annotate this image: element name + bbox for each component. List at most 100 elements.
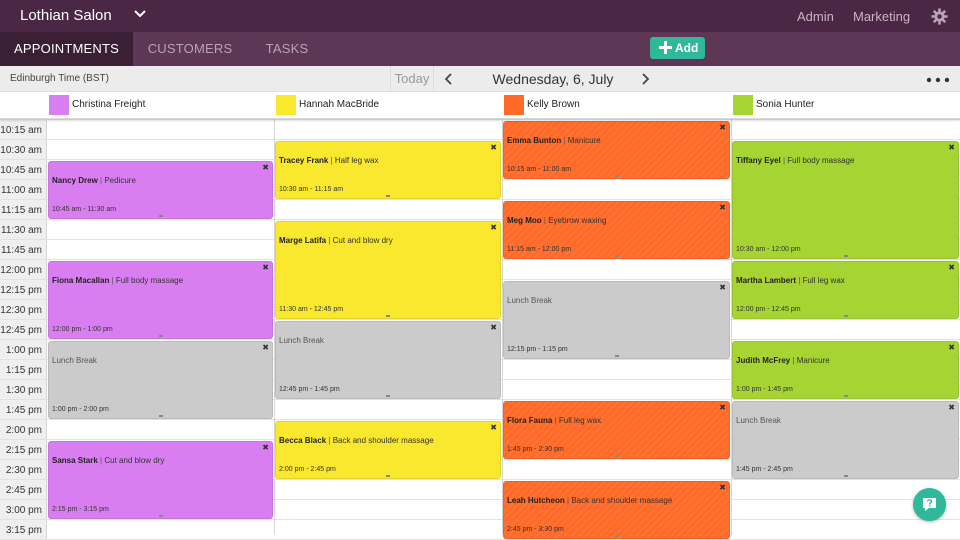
salon-name[interactable]: Lothian Salon	[20, 7, 112, 24]
timezone-label: Edinburgh Time (BST)	[10, 73, 109, 84]
marketing-link[interactable]: Marketing	[853, 9, 910, 24]
client-name: Meg Moo	[507, 216, 542, 225]
staff-name: Sonia Hunter	[756, 99, 815, 110]
time-label: 12:30 pm	[0, 305, 42, 316]
time-label: 1:15 pm	[5, 365, 42, 376]
resize-handle[interactable]	[843, 475, 848, 477]
close-icon[interactable]: ✖	[262, 263, 269, 272]
service-name: Cut and blow dry	[104, 456, 165, 465]
grid-line	[0, 119, 960, 120]
tab-appointments[interactable]: APPOINTMENTS	[0, 32, 133, 66]
time-label: 2:45 pm	[5, 485, 42, 496]
staff-color-swatch	[504, 95, 524, 115]
time-label: 11:00 am	[1, 185, 42, 196]
appointment-card[interactable]: Nancy Drew | Pedicure 10:45 am - 11:30 am…	[48, 161, 273, 219]
appointment-card[interactable]: Marge Latifa | Cut and blow dry 11:30 am …	[275, 221, 501, 319]
appointment-card[interactable]: Emma Bunton | Manicure 10:15 am - 11:00 a…	[503, 121, 730, 179]
appointment-card[interactable]: Meg Moo | Eyebrow waxing 11:15 am - 12:00…	[503, 201, 730, 259]
appointment-title: Flora Fauna | Full leg wax	[507, 416, 601, 425]
nav-bar: APPOINTMENTS CUSTOMERS TASKS Add	[0, 32, 960, 66]
resize-handle[interactable]	[386, 395, 390, 397]
lunch-break-block[interactable]: Lunch Break 1:45 pm - 2:45 pm ✖	[732, 401, 959, 479]
staff-header: Christina Freight Hannah MacBride Kelly Br…	[0, 92, 960, 119]
appointment-title: Lunch Break	[279, 336, 324, 345]
close-icon[interactable]: ✖	[490, 423, 497, 432]
close-icon[interactable]: ✖	[719, 403, 726, 412]
resize-handle[interactable]	[158, 515, 163, 517]
appointment-title: Judith McFrey | Manicure	[736, 356, 830, 365]
resize-handle[interactable]	[843, 315, 848, 317]
help-chat-button[interactable]	[913, 488, 946, 521]
close-icon[interactable]: ✖	[490, 223, 497, 232]
appointment-card[interactable]: Judith McFrey | Manicure 1:00 pm - 1:45 p…	[732, 341, 959, 399]
time-label: 2:30 pm	[5, 465, 42, 476]
appointment-card[interactable]: Tracey Frank | Half leg wax 10:30 am - 11…	[275, 141, 501, 199]
appointment-card[interactable]: Tiffany Eyel | Full body massage 10:30 am…	[732, 141, 959, 259]
today-button[interactable]: Today	[390, 66, 434, 92]
appointment-card[interactable]: Leah Hutcheon | Back and shoulder massag…	[503, 481, 730, 539]
resize-handle[interactable]	[843, 395, 848, 397]
resize-handle[interactable]	[158, 335, 163, 337]
staff-column-header[interactable]: Sonia Hunter	[731, 94, 960, 116]
resize-handle[interactable]	[386, 195, 390, 197]
close-icon[interactable]: ✖	[262, 163, 269, 172]
staff-column-header[interactable]: Christina Freight	[47, 94, 274, 116]
admin-link[interactable]: Admin	[797, 9, 834, 24]
add-button[interactable]: Add	[650, 37, 705, 59]
close-icon[interactable]: ✖	[719, 203, 726, 212]
appointment-card[interactable]: Sansa Stark | Cut and blow dry 2:15 pm - …	[48, 441, 273, 519]
appointment-time: 12:45 pm - 1:45 pm	[279, 386, 340, 393]
close-icon[interactable]: ✖	[719, 123, 726, 132]
close-icon[interactable]: ✖	[262, 343, 269, 352]
resize-handle[interactable]	[614, 175, 619, 177]
tab-customers[interactable]: CUSTOMERS	[140, 32, 240, 66]
appointment-time: 12:15 pm - 1:15 pm	[507, 346, 568, 353]
gear-icon[interactable]	[931, 8, 948, 25]
lunch-break-block[interactable]: Lunch Break 12:15 pm - 1:15 pm ✖	[503, 281, 730, 359]
chevron-right-icon[interactable]	[640, 73, 650, 85]
close-icon[interactable]: ✖	[948, 403, 955, 412]
resize-handle[interactable]	[843, 255, 848, 257]
resize-handle[interactable]	[158, 415, 163, 417]
time-label: 11:30 am	[1, 225, 42, 236]
more-options-icon[interactable]	[926, 77, 950, 83]
appointment-card[interactable]: Fiona Macallan | Full body massage 12:00 …	[48, 261, 273, 339]
appointment-title: Sansa Stark | Cut and blow dry	[52, 456, 164, 465]
resize-handle[interactable]	[614, 255, 619, 257]
service-name: Pedicure	[104, 176, 136, 185]
close-icon[interactable]: ✖	[948, 143, 955, 152]
client-name: Nancy Drew	[52, 176, 98, 185]
appointment-card[interactable]: Flora Fauna | Full leg wax 1:45 pm - 2:30…	[503, 401, 730, 459]
resize-handle[interactable]	[158, 215, 163, 217]
staff-column-header[interactable]: Hannah MacBride	[274, 94, 502, 116]
close-icon[interactable]: ✖	[490, 323, 497, 332]
appointment-time: 1:45 pm - 2:45 pm	[736, 466, 793, 473]
chevron-down-icon[interactable]	[133, 7, 147, 21]
resize-handle[interactable]	[614, 355, 619, 357]
lunch-break-block[interactable]: Lunch Break 1:00 pm - 2:00 pm ✖	[48, 341, 273, 419]
resize-handle[interactable]	[386, 475, 390, 477]
close-icon[interactable]: ✖	[948, 263, 955, 272]
resize-handle[interactable]	[614, 535, 619, 537]
close-icon[interactable]: ✖	[490, 143, 497, 152]
lunch-break-block[interactable]: Lunch Break 12:45 pm - 1:45 pm ✖	[275, 321, 501, 399]
appointment-time: 10:45 am - 11:30 am	[52, 206, 117, 213]
appointment-card[interactable]: Becca Black | Back and shoulder massage 2…	[275, 421, 501, 479]
service-name: Manicure	[796, 356, 830, 365]
time-label: 1:45 pm	[5, 405, 42, 416]
appointment-title: Nancy Drew | Pedicure	[52, 176, 136, 185]
staff-column-header[interactable]: Kelly Brown	[502, 94, 731, 116]
close-icon[interactable]: ✖	[262, 443, 269, 452]
top-bar: Lothian Salon Admin Marketing	[0, 0, 960, 32]
current-date: Wednesday, 6, July	[492, 71, 614, 87]
resize-handle[interactable]	[614, 455, 619, 457]
client-name: Sansa Stark	[52, 456, 98, 465]
time-label: 10:15 am	[0, 125, 42, 136]
tab-tasks[interactable]: TASKS	[252, 32, 322, 66]
resize-handle[interactable]	[386, 315, 390, 317]
close-icon[interactable]: ✖	[719, 483, 726, 492]
close-icon[interactable]: ✖	[719, 283, 726, 292]
close-icon[interactable]: ✖	[948, 343, 955, 352]
appointment-card[interactable]: Martha Lambert | Full leg wax 12:00 pm - …	[732, 261, 959, 319]
chevron-left-icon[interactable]	[444, 73, 454, 85]
